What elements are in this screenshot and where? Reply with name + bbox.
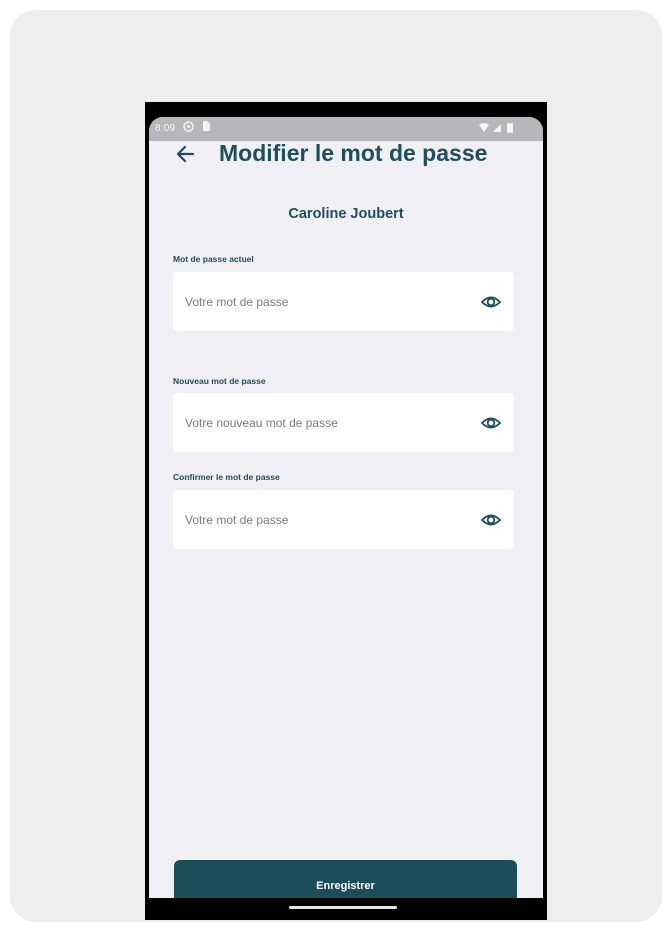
- status-bar: 8:09: [149, 117, 543, 141]
- confirm-password-field[interactable]: [173, 490, 514, 549]
- eye-icon: [480, 514, 502, 526]
- eye-icon: [480, 296, 502, 308]
- signal-battery-icons: [479, 123, 513, 133]
- user-name: Caroline Joubert: [288, 206, 404, 222]
- confirm-password-input[interactable]: [185, 490, 465, 549]
- back-button[interactable]: [173, 141, 199, 167]
- eye-icon: [480, 417, 502, 429]
- current-password-visibility-toggle[interactable]: [480, 291, 502, 313]
- new-password-field[interactable]: [173, 393, 514, 452]
- current-password-label: Mot de passe actuel: [173, 254, 254, 264]
- new-password-label: Nouveau mot de passe: [173, 376, 266, 386]
- phone-frame: 8:09 Modifier le mot de passe Caroline J…: [145, 102, 547, 920]
- sim-card-icon: [203, 121, 210, 131]
- current-password-input[interactable]: [185, 272, 465, 331]
- app-screen: 8:09 Modifier le mot de passe Caroline J…: [149, 117, 543, 898]
- confirm-password-visibility-toggle[interactable]: [480, 509, 502, 531]
- status-app-icon: [183, 121, 194, 132]
- new-password-input[interactable]: [185, 393, 465, 452]
- save-button[interactable]: Enregistrer: [174, 860, 517, 898]
- new-password-visibility-toggle[interactable]: [480, 412, 502, 434]
- page-title: Modifier le mot de passe: [219, 140, 488, 166]
- arrow-left-icon: [176, 145, 195, 163]
- status-time: 8:09: [155, 123, 176, 134]
- home-indicator[interactable]: [289, 906, 397, 909]
- confirm-password-label: Confirmer le mot de passe: [173, 472, 280, 482]
- current-password-field[interactable]: [173, 272, 514, 331]
- system-nav-bar: [149, 898, 543, 920]
